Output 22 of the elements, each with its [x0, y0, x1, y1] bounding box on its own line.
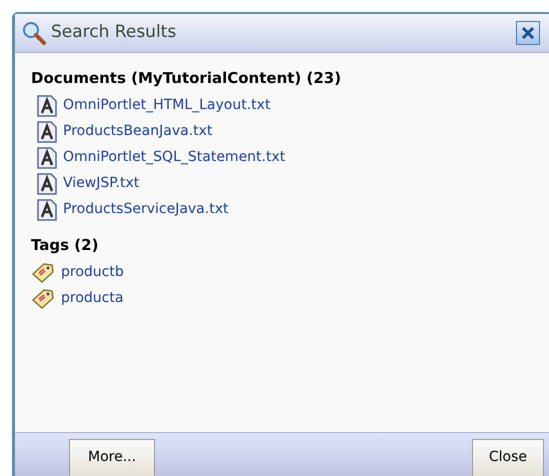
- section-heading: Documents (MyTutorialContent) (23): [31, 68, 342, 89]
- document-icon: [37, 198, 57, 220]
- tag-link[interactable]: producta: [61, 288, 124, 308]
- document-link[interactable]: OmniPortlet_HTML_Layout.txt: [63, 95, 270, 116]
- tag-icon: [31, 261, 55, 283]
- document-icon: [37, 146, 57, 168]
- more-button[interactable]: More...: [69, 438, 156, 476]
- close-icon: [521, 26, 535, 40]
- document-link[interactable]: OmniPortlet_SQL_Statement.txt: [63, 147, 286, 168]
- document-link[interactable]: ProductsBeanJava.txt: [63, 121, 212, 142]
- document-link[interactable]: ViewJSP.txt: [63, 173, 140, 194]
- close-button[interactable]: [516, 21, 540, 45]
- close-text-button[interactable]: Close: [472, 438, 544, 476]
- search-icon: [21, 20, 47, 46]
- tag-icon: [31, 287, 55, 309]
- document-icon: [37, 172, 57, 194]
- section-heading: Tags (2): [31, 234, 100, 256]
- document-link[interactable]: ProductsServiceJava.txt: [63, 199, 228, 220]
- tag-link[interactable]: productb: [61, 262, 124, 282]
- document-icon: [37, 94, 57, 116]
- window-title: Search Results: [51, 21, 176, 44]
- document-icon: [37, 120, 57, 142]
